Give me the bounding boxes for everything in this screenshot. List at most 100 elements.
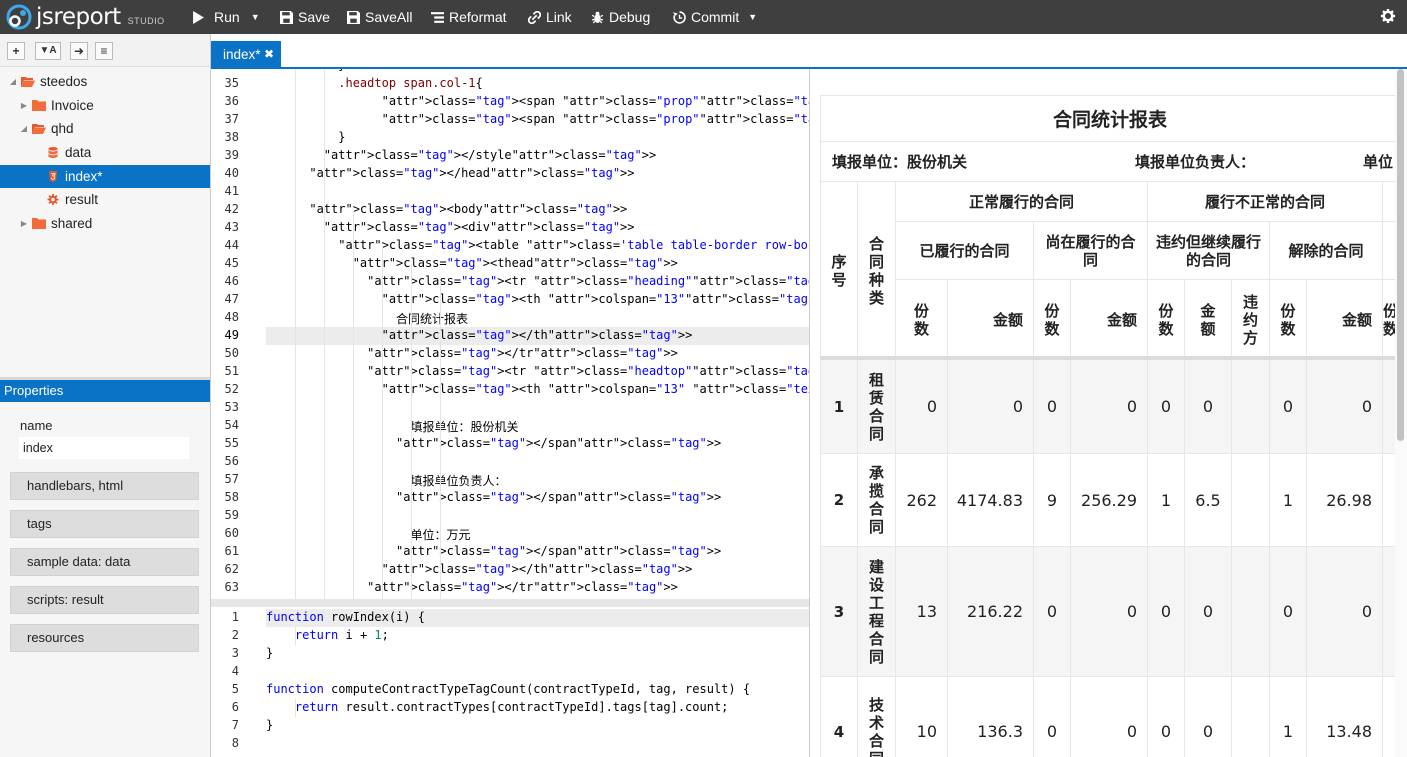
reformat-button[interactable]: Reformat — [431, 0, 507, 34]
filter-button[interactable]: ▼A — [35, 42, 61, 60]
tree-item-data[interactable]: data — [33, 141, 91, 164]
code-line: "attr">class="tag"><body"attr">class="ta… — [309, 202, 628, 216]
name-input[interactable] — [19, 437, 189, 459]
cell-value: 9 — [1033, 453, 1071, 547]
jsreport-logo: jsreport STUDIO — [6, 4, 165, 30]
scroll-thumb[interactable] — [1397, 69, 1404, 441]
table-row: 1 租赁合同 0 0 0 0 0 0 0 0 — [820, 359, 1401, 454]
saveall-label: SaveAll — [365, 9, 413, 25]
entity-tree: ◢ steedos ▶ Invoice ◢ qhd data index* re… — [0, 67, 210, 377]
save-button[interactable]: Save — [280, 0, 330, 34]
gear-icon[interactable] — [1381, 9, 1395, 23]
html-editor[interactable]: 35 .headtop span.col-1{36 "attr">class="t… — [211, 69, 809, 599]
code-line: "attr">class="tag"></span"attr">class="t… — [396, 544, 722, 558]
code-line: function computeContractTypeTagCount(con… — [266, 682, 751, 696]
code-line: function rowIndex(i) { — [266, 610, 425, 624]
code-line: "attr">class="tag"></head"attr">class="t… — [309, 166, 635, 180]
editor-splitter[interactable] — [211, 599, 809, 607]
debug-label: Debug — [609, 9, 651, 25]
reformat-icon — [431, 11, 444, 23]
engine-recipe-button[interactable]: handlebars, html — [10, 472, 199, 500]
cog-icon — [47, 194, 59, 205]
tree-folder-qhd[interactable]: ◢ qhd — [19, 117, 74, 140]
col-party: 违约方 — [1231, 279, 1270, 360]
tree-item-result[interactable]: result — [33, 188, 98, 211]
cell-value: 0 — [1184, 359, 1232, 454]
code-line: "attr">class="tag"><span "attr">class="p… — [381, 112, 809, 126]
cell-value: 0 — [1033, 676, 1071, 757]
add-entity-button[interactable]: + — [7, 42, 25, 60]
code-line: "attr">class="tag"><thead"attr">class="t… — [352, 256, 678, 270]
cell-value: 13.48 — [1306, 676, 1383, 757]
link-button[interactable]: Link — [528, 0, 572, 34]
cell-value: 0 — [1184, 546, 1232, 677]
close-icon[interactable]: ✖ — [264, 41, 274, 68]
cell-value: 0 — [1070, 546, 1148, 677]
arrow-right-icon[interactable]: ➜ — [70, 42, 88, 60]
chevron-down-icon: ▼ — [748, 12, 758, 22]
logo-icon — [6, 4, 32, 30]
col-count: 份数 — [1033, 279, 1071, 360]
folder-open-icon — [32, 124, 46, 134]
line-number: 58 — [224, 490, 239, 504]
tags-button[interactable]: tags — [10, 510, 199, 538]
commit-button[interactable]: Commit ▼ — [673, 0, 757, 34]
group-abnormal-header: 履行不正常的合同 — [1147, 181, 1383, 222]
saveall-button[interactable]: SaveAll — [347, 0, 412, 34]
unit-right-label: 单位 — [1363, 153, 1394, 171]
line-number: 40 — [224, 166, 239, 180]
col-amount: 金额 — [1070, 279, 1148, 360]
cell-value — [1231, 676, 1270, 757]
cell-value: 13 — [895, 546, 948, 677]
line-number: 62 — [224, 562, 239, 576]
folder-icon — [32, 218, 46, 229]
code-line: "attr">class="tag"></span"attr">class="t… — [396, 436, 722, 450]
caret-right-icon: ▶ — [20, 219, 28, 228]
debug-button[interactable]: Debug — [591, 0, 650, 34]
scripts-button[interactable]: scripts: result — [10, 586, 199, 614]
line-number: 45 — [224, 256, 239, 270]
sub-cancel-header: 解除的合同 — [1269, 221, 1383, 280]
tab-label: index* — [223, 47, 261, 62]
cell-value: 10 — [895, 676, 948, 757]
line-number: 43 — [224, 220, 239, 234]
tree-label: result — [65, 192, 99, 207]
tree-folder-steedos[interactable]: ◢ steedos — [8, 70, 87, 93]
report-headtop: 填报单位：股份机关 填报单位负责人： 单位 — [819, 141, 1401, 182]
tree-item-index[interactable]: index* — [0, 165, 210, 188]
sample-data-button[interactable]: sample data: data — [10, 548, 199, 576]
cell-value: 1 — [1269, 676, 1307, 757]
script-editor[interactable]: 1 function rowIndex(i) {2 return i + 1; 3}… — [211, 607, 809, 757]
unit-owner-label: 填报单位负责人： — [1135, 153, 1256, 171]
cell-value: 6.5 — [1184, 453, 1232, 547]
code-line: } — [338, 130, 346, 144]
line-number: 37 — [224, 112, 239, 126]
tree-label: shared — [51, 216, 93, 231]
table-row: 4技术合同10136.30000113.48 — [820, 676, 1401, 757]
tree-folder-shared[interactable]: ▶ shared — [19, 212, 92, 235]
tree-folder-invoice[interactable]: ▶ Invoice — [19, 94, 94, 117]
chevron-down-icon: ▼ — [250, 12, 260, 22]
cell-value: 0 — [947, 359, 1034, 454]
cell-value — [1231, 453, 1270, 547]
resources-button[interactable]: resources — [10, 624, 199, 652]
commit-label: Commit — [691, 9, 740, 25]
line-number: 7 — [231, 718, 239, 732]
tab-index[interactable]: index* ✖ — [211, 41, 281, 68]
html5-icon — [49, 171, 57, 182]
row-type: 技术合同 — [857, 676, 896, 757]
run-button[interactable]: Run ▼ — [192, 0, 260, 34]
code-line: return result.contractTypes[contractType… — [294, 700, 729, 714]
cell-value: 0 — [1070, 359, 1148, 454]
top-toolbar: jsreport STUDIO Run ▼ Save SaveAll Refor… — [0, 0, 1407, 34]
caret-down-icon: ◢ — [9, 77, 17, 86]
link-icon — [528, 10, 541, 24]
caret-down-icon: ◢ — [20, 124, 28, 133]
reformat-label: Reformat — [449, 9, 507, 25]
cell-value: 0 — [1306, 546, 1383, 677]
line-number: 53 — [224, 400, 239, 414]
preview-scrollbar[interactable] — [1395, 69, 1407, 757]
menu-icon[interactable]: ≡ — [95, 42, 113, 60]
row-type: 租赁合同 — [857, 359, 896, 454]
line-number: 41 — [224, 184, 239, 198]
